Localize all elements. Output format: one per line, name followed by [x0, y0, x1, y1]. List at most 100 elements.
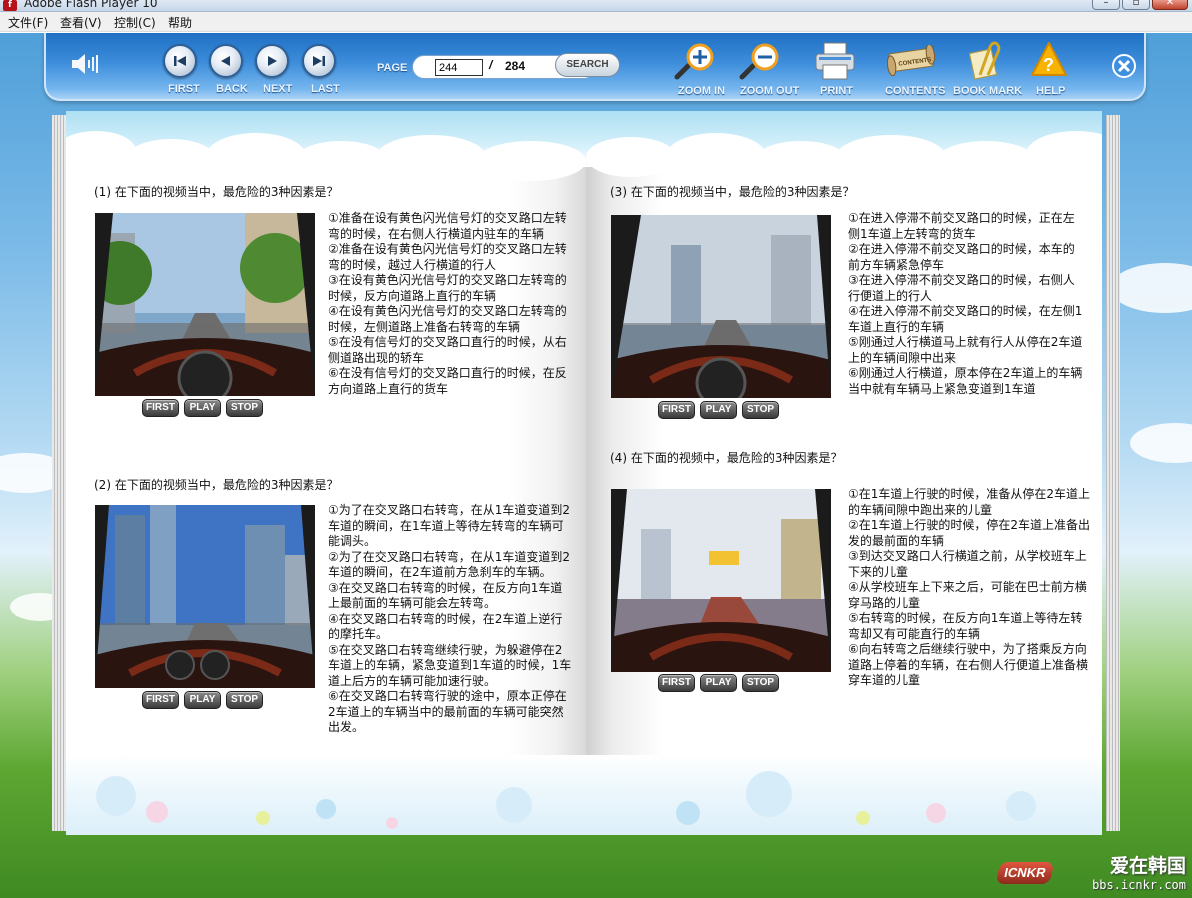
reader-toolbar: FIRST BACK NEXT LAST PAGE / 284 SEARCH Z… [44, 33, 1146, 101]
first-label: FIRST [168, 83, 200, 95]
driving-scene-3 [611, 215, 831, 398]
footer-bubble [256, 811, 270, 825]
close-book-icon[interactable] [1111, 53, 1137, 79]
minimize-icon: – [1103, 0, 1109, 8]
first-page-button[interactable] [163, 44, 197, 78]
footer-bubble [316, 799, 336, 819]
print-icon[interactable] [814, 41, 856, 81]
footer-bubble [96, 776, 136, 816]
option: ⑥刚通过人行横道，原本停在2车道上的车辆当中就有车辆马上紧急变道到1车道 [848, 366, 1083, 396]
header-cloud [666, 133, 766, 179]
contents-label: CONTENTS [885, 85, 946, 97]
next-label: NEXT [263, 83, 293, 95]
next-page-button[interactable] [255, 44, 289, 78]
book-right-edge [1106, 115, 1120, 831]
last-page-button[interactable] [302, 44, 336, 78]
page-label: PAGE [377, 62, 408, 74]
sound-icon[interactable] [70, 51, 100, 77]
video-play-button[interactable]: PLAY [184, 691, 221, 709]
bg-cloud [1130, 423, 1192, 463]
option: ③在进入停滞不前交叉路口的时候，右侧人行便道上的行人 [848, 273, 1075, 303]
bookmark-icon[interactable] [966, 39, 1002, 81]
footer-bubble [926, 803, 946, 823]
video-first-button[interactable]: FIRST [142, 691, 179, 709]
header-cloud [476, 141, 586, 181]
option: ③在交叉路口右转弯的时候，在反方向1车道上最前面的车辆可能会左转弯。 [328, 580, 563, 611]
question-2-video[interactable] [95, 505, 315, 688]
video-stop-button[interactable]: STOP [226, 691, 263, 709]
watermark: 爱在韩国 bbs.icnkr.com [1092, 851, 1186, 892]
video-first-button[interactable]: FIRST [658, 674, 695, 692]
right-page[interactable]: (3) 在下面的视频当中，最危险的3种因素是？ FIRST PLAY STOP [586, 111, 1102, 835]
zoom-in-icon[interactable] [673, 43, 719, 81]
header-cloud [1026, 131, 1102, 177]
question-4-video[interactable] [611, 489, 831, 672]
flash-stage: FIRST BACK NEXT LAST PAGE / 284 SEARCH Z… [0, 33, 1192, 898]
skip-first-icon [174, 56, 186, 66]
search-button[interactable]: SEARCH [555, 53, 620, 77]
option: ⑤刚通过人行横道马上就有行人从停在2车道上的车辆间隙中出来 [848, 335, 1083, 365]
zoom-out-icon[interactable] [738, 43, 784, 81]
header-cloud [836, 135, 946, 179]
video-stop-button[interactable]: STOP [742, 674, 779, 692]
option: ⑥在没有信号灯的交叉路口直行的时候，在反方向道路上直行的货车 [328, 366, 567, 396]
video-stop-button[interactable]: STOP [742, 401, 779, 419]
question-3-video[interactable] [611, 215, 831, 398]
option: ④在交叉路口右转弯的时候，在2车道上逆行的摩托车。 [328, 611, 563, 642]
option: ①在1车道上行驶的时候，准备从停在2车道上的车辆间隙中跑出来的儿童 [848, 487, 1091, 517]
flip-book: (1) 在下面的视频当中，最危险的3种因素是？ FIRST PLAY STOP … [52, 109, 1120, 837]
video-play-button[interactable]: PLAY [700, 401, 737, 419]
next-icon [268, 56, 277, 66]
menu-file[interactable]: 文件(F) [8, 14, 48, 31]
video-first-button[interactable]: FIRST [142, 399, 179, 417]
menu-help[interactable]: 帮助 [168, 14, 192, 31]
option: ④从学校班车上下来之后，可能在巴士前方横穿马路的儿童 [848, 580, 1087, 610]
header-cloud [756, 141, 846, 177]
window-title: Adobe Flash Player 10 [24, 0, 158, 10]
minimize-button[interactable]: – [1092, 0, 1120, 10]
video-first-button[interactable]: FIRST [658, 401, 695, 419]
watermark-text: 爱在韩国 [1109, 855, 1186, 877]
zoom-in-label: ZOOM IN [678, 85, 726, 97]
svg-text:?: ? [1043, 55, 1054, 75]
question-2-video-controls: FIRST PLAY STOP [142, 691, 263, 709]
header-cloud [206, 133, 306, 179]
question-1-video-controls: FIRST PLAY STOP [142, 399, 263, 417]
footer-bubble [676, 801, 700, 825]
left-page[interactable]: (1) 在下面的视频当中，最危险的3种因素是？ FIRST PLAY STOP … [66, 111, 586, 835]
option: ②准备在设有黄色闪光信号灯的交叉路口左转弯的时候，越过人行横道的行人 [328, 242, 567, 272]
current-page-input[interactable] [435, 59, 483, 76]
option: ④在设有黄色闪光信号灯的交叉路口左转弯的时候，左侧道路上准备右转弯的车辆 [328, 304, 567, 334]
footer-bubble [146, 801, 168, 823]
watermark-logo: ICNKR [995, 862, 1055, 884]
option: ①准备在设有黄色闪光信号灯的交叉路口左转弯的时候，在右侧人行横道内驻车的车辆 [328, 211, 567, 241]
contents-scroll-icon[interactable]: CONTENTS [884, 45, 938, 79]
option: ②为了在交叉路口右转弯，在从1车道变道到2车道的瞬间，在2车道前方急刹车的车辆。 [328, 549, 571, 580]
close-window-button[interactable]: ✕ [1152, 0, 1188, 10]
video-play-button[interactable]: PLAY [184, 399, 221, 417]
option: ①在进入停滞不前交叉路口的时候，正在左侧1车道上左转弯的货车 [848, 211, 1075, 241]
option: ①为了在交叉路口右转弯，在从1车道变道到2车道的瞬间，在1车道上等待左转弯的车辆… [328, 503, 571, 548]
flash-app-icon: f [3, 0, 17, 11]
watermark-url: bbs.icnkr.com [1092, 878, 1186, 892]
book-left-edge [52, 115, 66, 831]
header-cloud [126, 139, 216, 179]
video-play-button[interactable]: PLAY [700, 674, 737, 692]
question-4-video-controls: FIRST PLAY STOP [658, 674, 779, 692]
footer-bubble [1006, 791, 1036, 821]
option: ⑤右转弯的时候，在反方向1车道上等待左转弯却又有可能直行的车辆 [848, 611, 1083, 641]
option: ⑥向右转弯之后继续行驶中，为了搭乘反方向道路上停着的车辆，在右侧人行便道上准备横… [848, 642, 1089, 687]
menu-view[interactable]: 查看(V) [60, 14, 102, 31]
option: ③在设有黄色闪光信号灯的交叉路口左转弯的时候，反方向道路上直行的车辆 [328, 273, 567, 303]
question-1-video[interactable] [95, 213, 315, 396]
footer-bubble [386, 817, 398, 829]
menu-control[interactable]: 控制(C) [114, 14, 156, 31]
option: ③到达交叉路口人行横道之前，从学校班车上下来的儿童 [848, 549, 1087, 579]
help-label: HELP [1036, 85, 1066, 97]
option: ⑥在交叉路口右转弯行驶的途中，原本正停在2车道上的车辆当中的最前面的车辆可能突然… [328, 689, 567, 734]
back-page-button[interactable] [209, 44, 243, 78]
question-3-options: ①在进入停滞不前交叉路口的时候，正在左侧1车道上左转弯的货车 ②在进入停滞不前交… [848, 211, 1084, 397]
maximize-button[interactable]: ▫ [1122, 0, 1150, 10]
video-stop-button[interactable]: STOP [226, 399, 263, 417]
help-icon[interactable]: ? [1030, 41, 1068, 77]
